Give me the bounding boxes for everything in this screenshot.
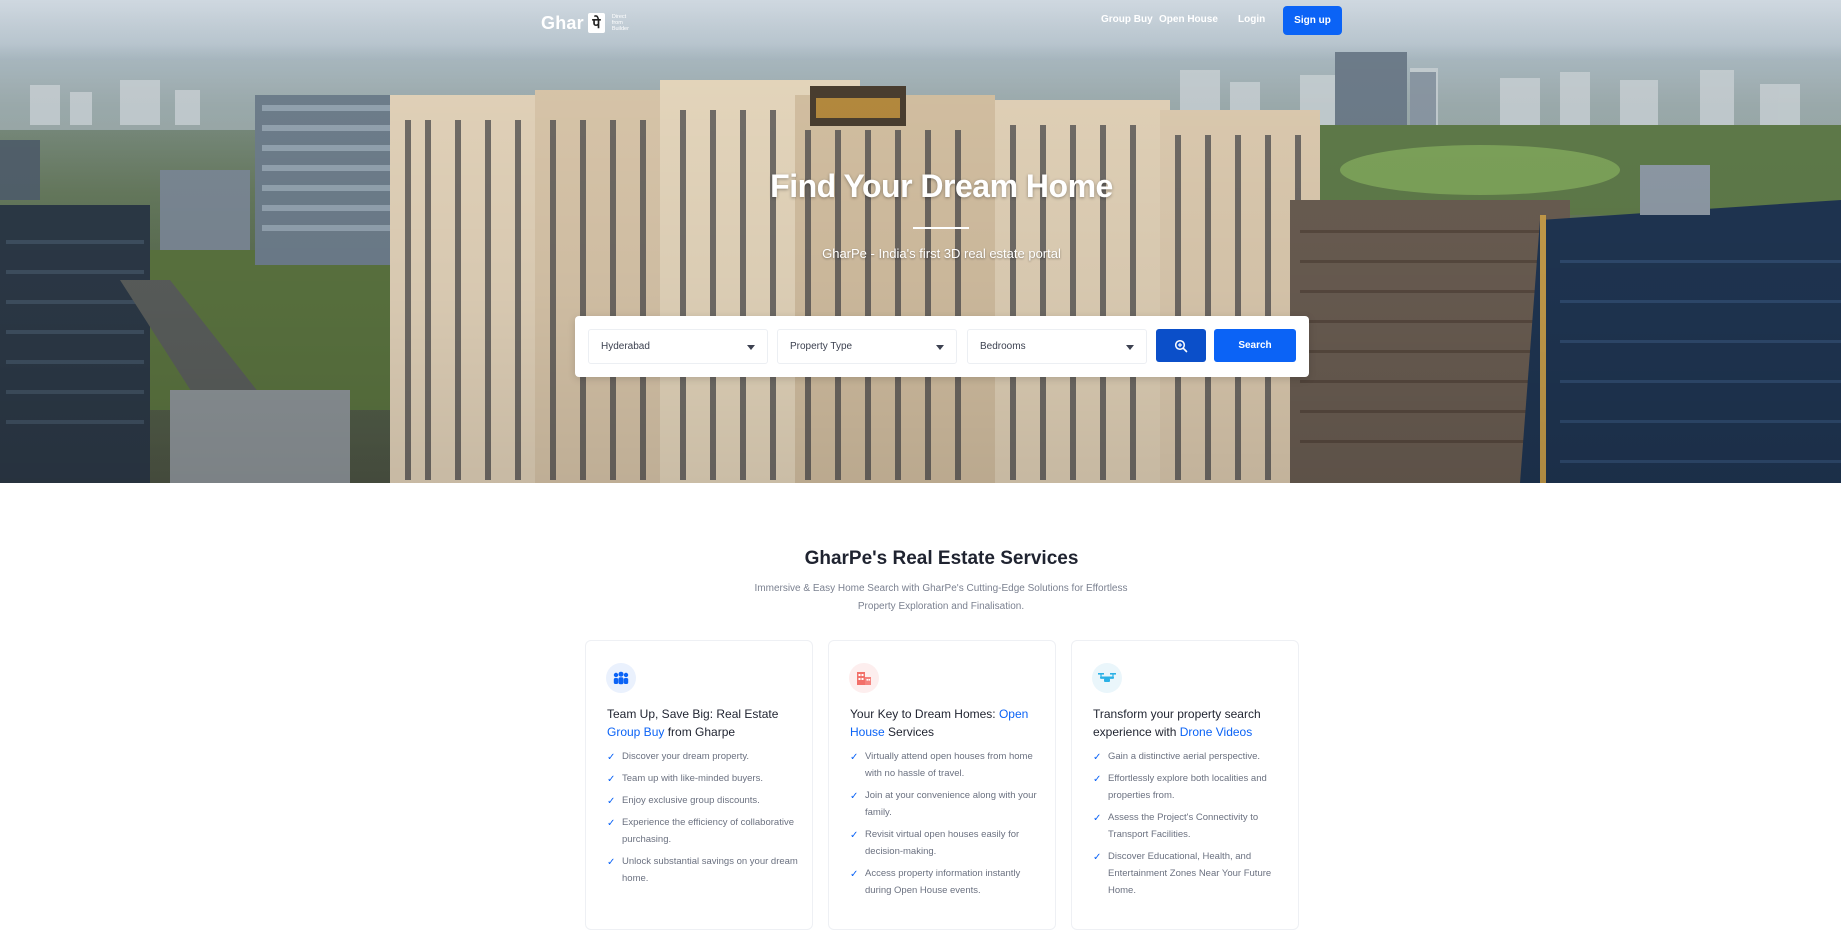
list-item: ✓ Join at your convenience along with you… bbox=[850, 787, 1045, 821]
list-item-text: Effortlessly explore both localities and… bbox=[1108, 773, 1267, 801]
hero-divider bbox=[913, 227, 969, 229]
bedrooms-select[interactable]: Bedrooms bbox=[967, 329, 1147, 364]
list-item: ✓ Unlock substantial savings on your drea… bbox=[607, 853, 802, 887]
top-navbar: Ghar पे Direct from Builder Group Buy Op… bbox=[0, 6, 1841, 36]
service-card-open-house: Your Key to Dream Homes: Open House Serv… bbox=[828, 640, 1056, 930]
list-item: ✓ Virtually attend open houses from home … bbox=[850, 748, 1045, 782]
hero-title: Find Your Dream Home bbox=[770, 168, 1113, 204]
city-select-value: Hyderabad bbox=[601, 341, 650, 352]
card-heading: Transform your property search experienc… bbox=[1093, 705, 1288, 741]
signup-button[interactable]: Sign up bbox=[1283, 6, 1342, 35]
hero-overlay bbox=[0, 0, 1841, 483]
check-icon: ✓ bbox=[1093, 813, 1102, 824]
logo-tagline: Direct from Builder bbox=[612, 14, 629, 32]
property-search-box: Hyderabad Property Type Bedrooms Search bbox=[575, 316, 1309, 377]
city-select[interactable]: Hyderabad bbox=[588, 329, 768, 364]
check-icon: ✓ bbox=[1093, 852, 1102, 863]
list-item-text: Experience the efficiency of collaborati… bbox=[622, 817, 794, 845]
drone-videos-link[interactable]: Drone Videos bbox=[1180, 725, 1253, 739]
search-button[interactable]: Search bbox=[1214, 329, 1296, 362]
chevron-down-icon bbox=[1126, 345, 1134, 350]
chevron-down-icon bbox=[936, 345, 944, 350]
logo-mark: पे bbox=[587, 13, 605, 33]
card-heading-text: Services bbox=[884, 725, 935, 739]
hero-subtitle: GharPe - India's first 3D real estate po… bbox=[822, 246, 1061, 261]
logo-text: Ghar bbox=[541, 12, 584, 33]
zoom-in-icon bbox=[1174, 339, 1188, 352]
check-icon: ✓ bbox=[1093, 752, 1102, 763]
card-heading: Team Up, Save Big: Real Estate Group Buy… bbox=[607, 705, 802, 741]
nav-link-login[interactable]: Login bbox=[1238, 14, 1265, 25]
feature-list: ✓ Gain a distinctive aerial perspective. … bbox=[1093, 748, 1288, 904]
list-item: ✓ Experience the efficiency of collaborat… bbox=[607, 814, 802, 848]
card-heading: Your Key to Dream Homes: Open House Serv… bbox=[850, 705, 1045, 741]
list-item-text: Assess the Project's Connectivity to Tra… bbox=[1108, 812, 1259, 840]
service-card-group-buy: Team Up, Save Big: Real Estate Group Buy… bbox=[585, 640, 813, 930]
nav-link-group-buy[interactable]: Group Buy bbox=[1101, 14, 1153, 25]
property-type-select[interactable]: Property Type bbox=[777, 329, 957, 364]
list-item-text: Discover your dream property. bbox=[622, 751, 750, 762]
gharpe-logo[interactable]: Ghar पे Direct from Builder bbox=[541, 10, 629, 36]
list-item: ✓ Team up with like-minded buyers. bbox=[607, 770, 802, 787]
hero-section: Ghar पे Direct from Builder Group Buy Op… bbox=[0, 0, 1841, 483]
drone-icon bbox=[1092, 663, 1122, 693]
property-type-select-value: Property Type bbox=[790, 341, 853, 352]
nav-link-open-house[interactable]: Open House bbox=[1159, 14, 1218, 25]
list-item-text: Unlock substantial savings on your dream… bbox=[622, 856, 798, 884]
list-item: ✓ Access property information instantly d… bbox=[850, 865, 1045, 899]
check-icon: ✓ bbox=[1093, 774, 1102, 785]
list-item: ✓ Discover Educational, Health, and Enter… bbox=[1093, 848, 1288, 899]
list-item: ✓ Discover your dream property. bbox=[607, 748, 802, 765]
check-icon: ✓ bbox=[607, 857, 616, 868]
group-buy-link[interactable]: Group Buy bbox=[607, 725, 664, 739]
card-heading-text: from Gharpe bbox=[664, 725, 736, 739]
list-item-text: Virtually attend open houses from home w… bbox=[865, 751, 1033, 779]
service-card-drone-videos: Transform your property search experienc… bbox=[1071, 640, 1299, 930]
list-item-text: Discover Educational, Health, and Entert… bbox=[1108, 851, 1272, 896]
check-icon: ✓ bbox=[850, 791, 859, 802]
logo-tagline-line: Builder bbox=[611, 26, 629, 32]
check-icon: ✓ bbox=[607, 818, 616, 829]
list-item-text: Join at your convenience along with your… bbox=[865, 790, 1037, 818]
zoom-search-button[interactable] bbox=[1156, 329, 1206, 362]
list-item-text: Gain a distinctive aerial perspective. bbox=[1108, 751, 1261, 762]
list-item-text: Revisit virtual open houses easily for d… bbox=[865, 829, 1020, 857]
services-title: GharPe's Real Estate Services bbox=[804, 548, 1079, 569]
list-item: ✓ Assess the Project's Connectivity to Tr… bbox=[1093, 809, 1288, 843]
list-item: ✓ Effortlessly explore both localities an… bbox=[1093, 770, 1288, 804]
check-icon: ✓ bbox=[850, 869, 859, 880]
card-heading-text: Team Up, Save Big: Real Estate bbox=[607, 707, 779, 721]
check-icon: ✓ bbox=[607, 752, 616, 763]
check-icon: ✓ bbox=[607, 796, 616, 807]
building-icon bbox=[849, 663, 879, 693]
list-item: ✓ Revisit virtual open houses easily for … bbox=[850, 826, 1045, 860]
list-item-text: Team up with like-minded buyers. bbox=[622, 773, 763, 784]
bedrooms-select-value: Bedrooms bbox=[980, 341, 1026, 352]
list-item-text: Access property information instantly du… bbox=[865, 868, 1021, 896]
check-icon: ✓ bbox=[607, 774, 616, 785]
list-item-text: Enjoy exclusive group discounts. bbox=[622, 795, 760, 806]
services-subtitle: Immersive & Easy Home Search with GharPe… bbox=[754, 583, 1128, 612]
list-item: ✓ Gain a distinctive aerial perspective. bbox=[1093, 748, 1288, 765]
check-icon: ✓ bbox=[850, 752, 859, 763]
card-heading-text: Your Key to Dream Homes: bbox=[850, 707, 999, 721]
list-item: ✓ Enjoy exclusive group discounts. bbox=[607, 792, 802, 809]
check-icon: ✓ bbox=[850, 830, 859, 841]
chevron-down-icon bbox=[747, 345, 755, 350]
feature-list: ✓ Discover your dream property. ✓ Team up … bbox=[607, 748, 802, 892]
feature-list: ✓ Virtually attend open houses from home … bbox=[850, 748, 1045, 904]
group-icon bbox=[606, 663, 636, 693]
